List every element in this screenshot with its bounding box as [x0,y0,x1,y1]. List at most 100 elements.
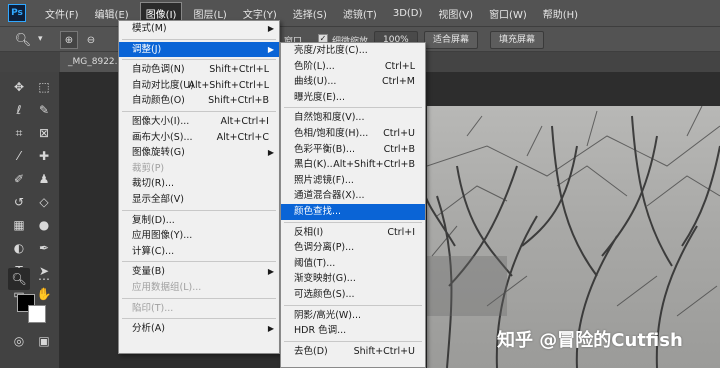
image-menu-item[interactable]: 模式(M) ▶ [119,21,279,37]
image-menu-item: 陷印(T)... [119,301,279,317]
adjust-menu-item[interactable]: 可选颜色(S)... [281,287,425,303]
gradient-tool-icon[interactable]: ▦ [8,214,30,236]
adjust-menu-item[interactable]: 亮度/对比度(C)... [281,43,425,59]
stamp-tool-icon[interactable]: ♟ [33,168,55,190]
image-menu-item[interactable]: 调整(J) ▶ [119,41,279,58]
quick-mask-icon[interactable]: ◎ [8,330,30,352]
tool-preset-chevron-icon[interactable]: ▾ [38,34,43,44]
adjust-menu-item[interactable]: 色相/饱和度(H)... Ctrl+U [281,126,425,142]
menu-item-label: 黑白(K)... [294,159,336,171]
move-tool-icon[interactable]: ✥ [8,76,30,98]
menu-view[interactable]: 视图(V) [433,3,478,24]
menu-item-label: 通道混合器(X)... [294,190,365,202]
menu-select[interactable]: 选择(S) [288,3,332,24]
menu-item-shortcut: Alt+Shift+Ctrl+B [333,159,415,171]
menu-item-label: 分析(A) [132,323,165,335]
image-menu-item: 应用数据组(L)... [119,280,279,296]
menu-separator [122,59,276,61]
menu-item-label: 变量(B) [132,266,165,278]
menu-item-label: 阴影/高光(W)... [294,309,362,321]
image-menu-item[interactable]: 显示全部(V) [119,192,279,208]
more-tools-icon[interactable]: ⋯ [33,268,55,290]
menu-item-label: 可选颜色(S)... [294,288,355,300]
dodge-tool-icon[interactable]: ◐ [8,237,30,259]
menu-item-label: 自动对比度(U) [132,79,194,91]
adjust-menu-item[interactable]: 色阶(L)... Ctrl+L [281,59,425,75]
adjust-menu-item[interactable]: 阴影/高光(W)... [281,308,425,324]
adjust-menu-item[interactable]: 去色(D) Shift+Ctrl+U [281,344,425,360]
image-menu-item[interactable]: 变量(B) ▶ [119,264,279,280]
zoom-tool-icon[interactable]: 🔍︎ [14,31,32,49]
menu-separator [284,340,422,342]
adjust-menu-item[interactable]: 通道混合器(X)... [281,188,425,204]
history-brush-tool-icon[interactable]: ↺ [8,191,30,213]
adjust-menu-item[interactable]: 色调分离(P)... [281,240,425,256]
menu-separator [122,318,276,320]
marquee-tool-icon[interactable]: ⬚ [33,76,55,98]
menu-help[interactable]: 帮助(H) [538,3,583,24]
menu-filter[interactable]: 滤镜(T) [338,3,382,24]
menu-item-label: 图像旋转(G) [132,147,185,159]
image-menu-item[interactable]: 自动色调(N) Shift+Ctrl+L [119,62,279,78]
photoshop-logo-icon[interactable]: Ps [8,4,26,22]
menu-separator [284,107,422,109]
menu-3d[interactable]: 3D(D) [388,5,428,22]
image-menu-item[interactable]: 应用图像(Y)... [119,228,279,244]
eraser-tool-icon[interactable]: ◇ [33,191,55,213]
zoom-in-icon[interactable]: ⊕ [60,31,78,49]
menu-item-label: 自动颜色(O) [132,95,185,107]
blur-tool-icon[interactable]: ● [33,214,55,236]
image-menu-item[interactable]: 计算(C)... [119,244,279,260]
menu-item-label: 亮度/对比度(C)... [294,45,368,56]
menu-item-label: 曝光度(E)... [294,91,345,103]
adjust-menu-item[interactable]: 反相(I) Ctrl+I [281,225,425,241]
frame-tool-icon[interactable]: ⊠ [33,122,55,144]
adjust-menu-item[interactable]: 照片滤镜(F)... [281,173,425,189]
menu-item-shortcut: Ctrl+I [387,226,415,238]
healing-brush-tool-icon[interactable]: ✚ [33,145,55,167]
background-color-swatch[interactable] [28,305,46,323]
adjust-menu-item[interactable]: 色彩平衡(B)... Ctrl+B [281,142,425,158]
image-menu-item[interactable]: 裁切(R)... [119,176,279,192]
lasso-tool-icon[interactable]: ℓ [8,99,30,121]
brush-tool-icon[interactable]: ✐ [8,168,30,190]
menu-separator [284,221,422,223]
menu-item-shortcut: Ctrl+L [384,60,415,72]
zoom-tool-icon[interactable]: 🔍︎ [8,268,30,290]
adjust-menu-item[interactable]: 渐变映射(G)... [281,271,425,287]
submenu-arrow-icon: ▶ [267,267,274,277]
pen-tool-icon[interactable]: ✒ [33,237,55,259]
adjust-menu-item[interactable]: 自然饱和度(V)... [281,110,425,126]
zoom-out-icon[interactable]: ⊖ [82,31,100,49]
image-menu-item[interactable]: 自动颜色(O) Shift+Ctrl+B [119,93,279,109]
menu-window[interactable]: 窗口(W) [484,3,532,24]
quick-select-tool-icon[interactable]: ✎ [33,99,55,121]
adjust-menu-item[interactable]: 阈值(T)... [281,256,425,272]
image-menu-item[interactable]: 分析(A) ▶ [119,321,279,337]
menu-item-label: 反相(I) [294,226,324,238]
adjust-menu-item[interactable]: HDR 色调... [281,323,425,339]
menu-item-shortcut: Alt+Ctrl+I [220,115,270,127]
menu-item-shortcut: Ctrl+B [383,143,415,155]
image-menu-item[interactable]: 图像旋转(G) ▶ [119,145,279,161]
menu-separator [122,209,276,211]
image-menu-item[interactable]: 自动对比度(U) Alt+Shift+Ctrl+L [119,78,279,94]
menu-item-label: 复制(D)... [132,214,175,226]
menu-item-label: 色调分离(P)... [294,242,355,254]
menu-file[interactable]: 文件(F) [40,3,84,24]
image-menu-item[interactable]: 图像大小(I)... Alt+Ctrl+I [119,114,279,130]
menu-separator [122,297,276,299]
crop-tool-icon[interactable]: ⌗ [8,122,30,144]
eyedropper-tool-icon[interactable]: ⁄ [8,145,30,167]
image-menu-item[interactable]: 画布大小(S)... Alt+Ctrl+C [119,130,279,146]
image-menu-dropdown: 模式(M) ▶ 调整(J) ▶ 自动色调(N) Shift+Ctrl+L 自动对比度(U) A… [118,20,280,354]
fill-screen-button[interactable]: 填充屏幕 [490,31,545,49]
adjust-menu-item[interactable]: 颜色查找... [281,203,425,220]
image-menu-item[interactable]: 复制(D)... [119,213,279,229]
adjust-menu-item[interactable]: 曲线(U)... Ctrl+M [281,74,425,90]
screen-mode-icon[interactable]: ▣ [33,330,55,352]
adjust-menu-item[interactable]: 曝光度(E)... [281,90,425,106]
fit-screen-button[interactable]: 适合屏幕 [424,31,479,49]
adjust-menu-item[interactable]: 黑白(K)... Alt+Shift+Ctrl+B [281,157,425,173]
menu-item-label: 裁切(R)... [132,178,175,190]
